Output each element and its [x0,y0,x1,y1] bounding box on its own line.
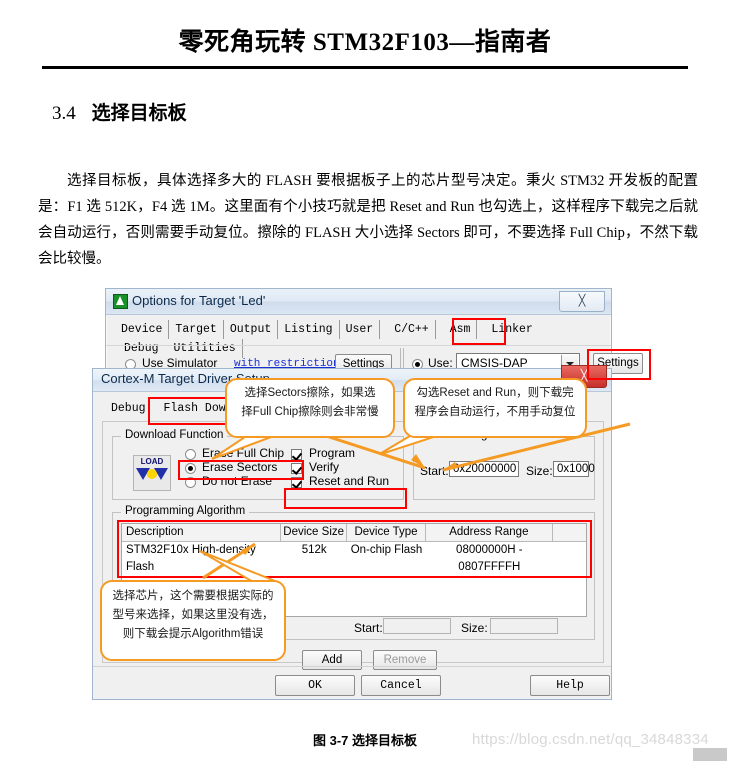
column-header-device-size: Device Size [281,524,348,541]
section-number: 3.4 [52,103,76,124]
callout-line: 选择Sectors擦除，如果选 [244,387,376,399]
erase-sectors-radio[interactable] [185,463,196,474]
tab-output[interactable]: Output [224,320,279,339]
reset-and-run-checkbox[interactable] [291,477,302,488]
callout-line: 择Full Chip擦除则会非常慢 [241,406,379,418]
options-dialog-titlebar[interactable]: Options for Target 'Led' ╳ [106,289,611,315]
document-page: 零死角玩转 STM32F103—指南者 3.4 选择目标板 选择目标板，具体选择… [0,0,730,761]
callout-line: 勾选Reset and Run，则下载完 [416,387,574,399]
keil-app-icon [113,294,128,309]
callout-line: 型号来选择，如果这里没有选， [112,609,274,621]
table-header-row: Description Device Size Device Type Addr… [122,524,586,542]
watermark-url: https://blog.csdn.net/qq_34848334 [472,731,709,748]
callout-line: 选择芯片，这个需要根据实际的 [112,590,274,602]
algorithm-start-input[interactable] [383,618,451,634]
tab-device[interactable]: Device [115,320,170,339]
cortex-dialog-button-row: OK Cancel Help [93,666,611,700]
watermark-block [693,748,727,761]
callout-line: 程序会自动运行，不用手动复位 [414,406,576,418]
tab-debug[interactable]: Debug [103,399,154,419]
ok-button[interactable]: OK [275,675,355,696]
do-not-erase-radio[interactable] [185,477,196,488]
callout-chip-note: 选择芯片，这个需要根据实际的 型号来选择，如果这里没有选， 则下载会提示Algo… [100,580,286,661]
column-header-device-type: Device Type [347,524,426,541]
erase-full-chip-radio[interactable] [185,449,196,460]
cancel-button[interactable]: Cancel [361,675,441,696]
section-heading: 3.4 选择目标板 [52,98,187,125]
tab-user[interactable]: User [340,320,381,339]
algorithm-size-label: Size: [461,621,488,635]
load-icon-label: LOAD [140,457,164,466]
algorithm-size-input[interactable] [490,618,558,634]
callout-sectors-note: 选择Sectors擦除，如果选 择Full Chip擦除则会非常慢 [225,378,395,438]
tab-cpp[interactable]: C/C++ [388,320,436,339]
cell-device-type: On-chip Flash [350,544,423,556]
spark-icon [147,469,157,479]
body-paragraph: 选择目标板，具体选择多大的 FLASH 要根据板子上的芯片型号决定。秉火 STM… [38,173,698,267]
programming-algorithm-title: Programming Algorithm [121,505,250,517]
do-not-erase-label: Do not Erase [202,474,273,488]
cell-address-range: 08000000H - 0807FFFFH [456,544,523,573]
tab-listing[interactable]: Listing [278,320,340,339]
callout-reset-run-note: 勾选Reset and Run，则下载完 程序会自动运行，不用手动复位 [403,378,587,438]
tab-target[interactable]: Target [169,320,224,339]
tab-asm[interactable]: Asm [444,320,478,339]
cell-spacer [553,542,586,559]
column-header-address-range: Address Range [426,524,553,541]
callout-line: 则下载会提示Algorithm错误 [122,628,264,640]
header-divider [42,66,688,69]
algorithm-start-label: Start: [354,621,383,635]
load-icon: LOAD [133,455,171,491]
tab-linker[interactable]: Linker [485,320,538,339]
options-tabstrip: Device Target Output Listing User C/C++ Asm Lin… [115,320,555,358]
column-header-spacer [553,524,586,541]
column-header-description: Description [122,524,282,541]
options-dialog-title: Options for Target 'Led' [132,293,266,308]
close-icon[interactable]: ╳ [559,291,605,312]
help-button[interactable]: Help [530,675,610,696]
section-title: 选择目标板 [91,103,187,124]
page-header-title: 零死角玩转 STM32F103—指南者 [178,29,552,56]
body-paragraph-block: 选择目标板，具体选择多大的 FLASH 要根据板子上的芯片型号决定。秉火 STM… [38,168,698,272]
